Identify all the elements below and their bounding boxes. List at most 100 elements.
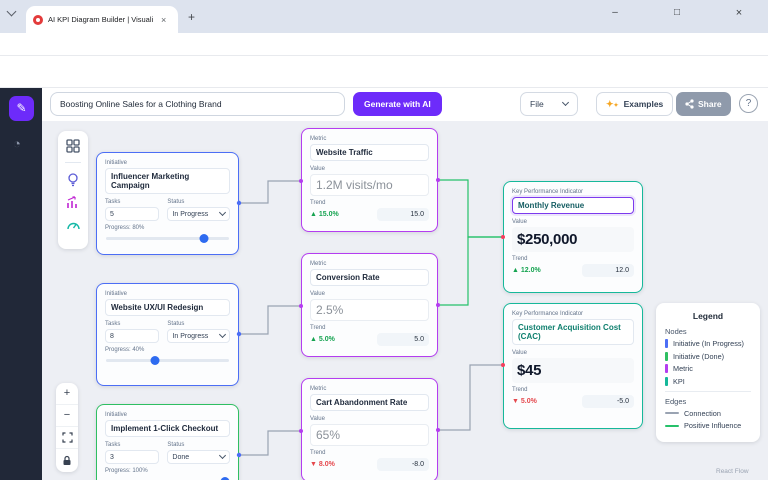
status-select[interactable]: Done bbox=[167, 450, 230, 464]
browser-url-row: ← → ↻ ai-toolbox.visual-paradigm.com/app… bbox=[0, 33, 768, 56]
status-label: Status bbox=[167, 321, 230, 327]
palette-divider bbox=[65, 162, 81, 163]
metric-title-input[interactable]: Cart Abandonment Rate bbox=[310, 394, 429, 411]
file-menu-label: File bbox=[530, 99, 544, 109]
react-flow-watermark: React Flow bbox=[716, 468, 749, 475]
prompt-input[interactable]: Boosting Online Sales for a Clothing Bra… bbox=[50, 92, 345, 116]
tab-title: AI KPI Diagram Builder | Visuali bbox=[48, 15, 156, 24]
legend-edges-label: Edges bbox=[665, 397, 751, 406]
trend-label: Trend bbox=[310, 200, 429, 206]
progress-label: Progress: 40% bbox=[105, 347, 230, 353]
metric-chart-icon[interactable] bbox=[66, 196, 81, 210]
initiative-node-influencer[interactable]: Initiative Influencer Marketing Campaign… bbox=[96, 152, 239, 255]
metric-node-conversion[interactable]: Metric Conversion Rate Value 2.5% Trend … bbox=[301, 253, 438, 357]
zoom-out-button[interactable]: − bbox=[56, 405, 78, 427]
status-select[interactable]: In Progress bbox=[167, 329, 230, 343]
new-tab-button[interactable]: + bbox=[188, 10, 195, 24]
legend-item: KPI bbox=[665, 377, 751, 386]
initiative-node-checkout[interactable]: Initiative Implement 1-Click Checkout Ta… bbox=[96, 404, 239, 480]
share-button[interactable]: Share bbox=[676, 92, 731, 116]
initiative-title-input[interactable]: Website UX/UI Redesign bbox=[105, 299, 230, 316]
legend-item: Metric bbox=[665, 364, 751, 373]
trend-badge: ▼ 8.0% bbox=[310, 461, 335, 468]
metric-node-traffic[interactable]: Metric Website Traffic Value 1.2M visits… bbox=[301, 128, 438, 232]
value-label: Value bbox=[512, 219, 634, 225]
grid-nodes-icon[interactable] bbox=[66, 139, 80, 153]
history-icon[interactable]: ◔ bbox=[13, 136, 21, 151]
help-button[interactable]: ? bbox=[739, 94, 758, 113]
app-header: KPI Performance Diagram Builder Powered … bbox=[0, 56, 768, 88]
trend-badge: ▼ 5.0% bbox=[512, 398, 537, 405]
fit-view-button[interactable] bbox=[56, 427, 78, 449]
legend-swatch bbox=[665, 339, 668, 348]
chevron-down-icon bbox=[219, 209, 226, 216]
slider-knob[interactable] bbox=[151, 356, 160, 365]
metric-value-input[interactable]: 2.5% bbox=[310, 299, 429, 321]
lightbulb-icon[interactable] bbox=[66, 172, 80, 187]
lock-button[interactable] bbox=[56, 449, 78, 471]
window-minimize-button[interactable]: – bbox=[600, 2, 630, 24]
legend-item: Connection bbox=[665, 409, 751, 418]
app-left-rail bbox=[0, 88, 42, 480]
initiative-title-input[interactable]: Influencer Marketing Campaign bbox=[105, 168, 230, 194]
kpi-title-input[interactable]: Customer Acquisition Cost (CAC) bbox=[512, 319, 634, 345]
kpi-node-cac[interactable]: Key Performance Indicator Customer Acqui… bbox=[503, 303, 643, 429]
node-type-label: Initiative bbox=[105, 291, 230, 297]
generate-with-ai-button[interactable]: Generate with AI bbox=[353, 92, 442, 116]
legend-nodes-label: Nodes bbox=[665, 327, 751, 336]
value-label: Value bbox=[310, 166, 429, 172]
status-select[interactable]: In Progress bbox=[167, 207, 230, 221]
progress-slider[interactable] bbox=[106, 359, 229, 362]
initiative-title-input[interactable]: Implement 1-Click Checkout bbox=[105, 420, 230, 437]
value-label: Value bbox=[310, 291, 429, 297]
legend-swatch bbox=[665, 377, 668, 386]
metric-title-input[interactable]: Conversion Rate bbox=[310, 269, 429, 286]
slider-knob[interactable] bbox=[200, 234, 209, 243]
zoom-in-button[interactable]: + bbox=[56, 383, 78, 405]
chevron-down-icon bbox=[219, 331, 226, 338]
pencil-icon: ✎ bbox=[16, 101, 26, 115]
tasks-input[interactable]: 5 bbox=[105, 207, 159, 221]
trend-value-input[interactable]: 15.0 bbox=[377, 208, 429, 221]
trend-value-input[interactable]: 5.0 bbox=[377, 333, 429, 346]
metric-value-input[interactable]: 1.2M visits/mo bbox=[310, 174, 429, 196]
kpi-gauge-icon[interactable] bbox=[66, 219, 81, 232]
initiative-node-redesign[interactable]: Initiative Website UX/UI Redesign Tasks … bbox=[96, 283, 239, 386]
examples-button[interactable]: ✦✦Examples bbox=[596, 92, 673, 116]
chevron-down-icon bbox=[219, 452, 226, 459]
browser-tab[interactable]: AI KPI Diagram Builder | Visuali × bbox=[26, 6, 178, 33]
kpi-value-input[interactable]: $250,000 bbox=[512, 227, 634, 252]
file-menu-button[interactable]: File bbox=[520, 92, 578, 116]
tab-search-chevron-icon[interactable] bbox=[7, 7, 17, 17]
node-palette bbox=[58, 131, 88, 249]
close-tab-icon[interactable]: × bbox=[161, 15, 166, 25]
window-close-button[interactable]: × bbox=[724, 2, 754, 24]
tasks-input[interactable]: 8 bbox=[105, 329, 159, 343]
legend-swatch bbox=[665, 364, 668, 373]
trend-badge: ▲ 12.0% bbox=[512, 267, 541, 274]
progress-slider[interactable] bbox=[106, 237, 229, 240]
value-label: Value bbox=[310, 416, 429, 422]
status-label: Status bbox=[167, 199, 230, 205]
browser-tab-strip: AI KPI Diagram Builder | Visuali × + – □… bbox=[0, 0, 768, 33]
legend-item: Initiative (In Progress) bbox=[665, 339, 751, 348]
trend-value-input[interactable]: -8.0 bbox=[377, 458, 429, 471]
metric-node-abandonment[interactable]: Metric Cart Abandonment Rate Value 65% T… bbox=[301, 378, 438, 480]
metric-value-input[interactable]: 65% bbox=[310, 424, 429, 446]
trend-value-input[interactable]: -5.0 bbox=[582, 395, 634, 408]
tasks-label: Tasks bbox=[105, 442, 159, 448]
progress-label: Progress: 100% bbox=[105, 468, 230, 474]
lock-icon bbox=[62, 455, 72, 466]
chevron-down-icon bbox=[562, 99, 569, 106]
trend-value-input[interactable]: 12.0 bbox=[582, 264, 634, 277]
legend-item: Positive Influence bbox=[665, 421, 751, 430]
node-type-label: Metric bbox=[310, 261, 429, 267]
tasks-input[interactable]: 3 bbox=[105, 450, 159, 464]
editor-mode-button[interactable]: ✎ bbox=[9, 96, 34, 121]
window-maximize-button[interactable]: □ bbox=[662, 2, 692, 24]
progress-label: Progress: 80% bbox=[105, 225, 230, 231]
kpi-title-input[interactable]: Monthly Revenue bbox=[512, 197, 634, 214]
metric-title-input[interactable]: Website Traffic bbox=[310, 144, 429, 161]
kpi-node-revenue[interactable]: Key Performance Indicator Monthly Revenu… bbox=[503, 181, 643, 293]
kpi-value-input[interactable]: $45 bbox=[512, 358, 634, 383]
